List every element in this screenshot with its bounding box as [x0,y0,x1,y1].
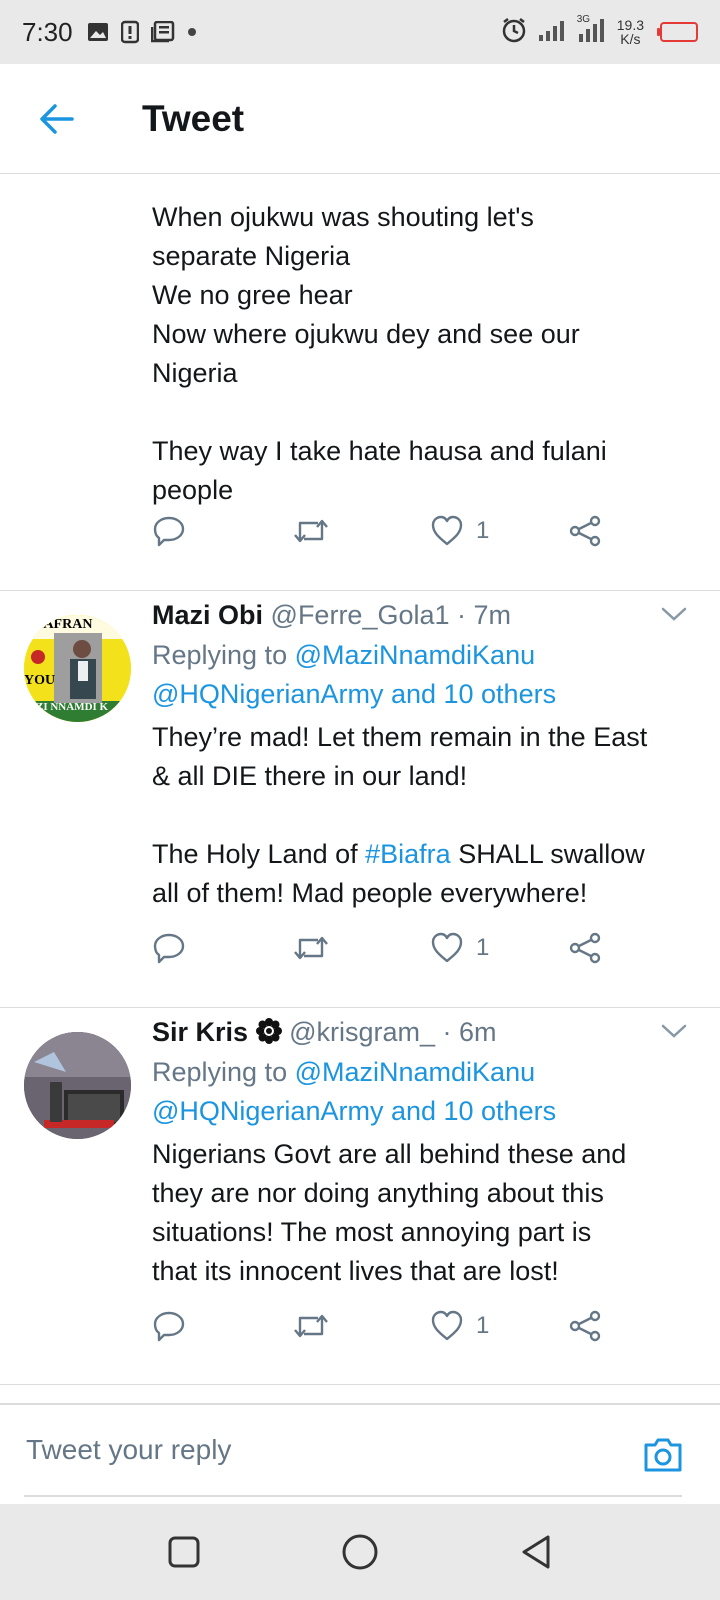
heart-icon [431,1310,463,1341]
display-name[interactable]: Mazi Obi [152,600,263,630]
retweet-button[interactable] [292,509,330,553]
camera-icon [644,1438,682,1472]
tweet-menu-button[interactable] [660,605,688,628]
replying-to: Replying to @MaziNnamdiKanu @HQNigerianA… [152,1053,697,1131]
share-icon [569,515,601,547]
reply-icon [153,933,185,964]
system-nav-bar [0,1504,720,1600]
user-handle[interactable]: @Ferre_Gola1 [271,600,450,630]
chevron-down-icon [661,607,687,621]
retweet-icon [294,1314,328,1338]
reply-icon [153,516,185,547]
image-notification-icon [87,22,109,42]
like-count: 1 [476,1312,490,1339]
camera-button[interactable] [642,1435,684,1478]
tweet-menu-button[interactable] [660,1022,688,1045]
share-icon [569,932,601,964]
status-time: 7:30 [22,16,73,47]
reply-input[interactable] [24,1417,628,1483]
replying-prefix: Replying to [152,640,295,670]
share-button[interactable] [568,509,602,553]
tweet-header: Sir Kris @krisgram_ · 6m [152,1013,497,1054]
app-header: Tweet [0,64,720,174]
status-bar: 7:30 3G 19.3 K/s [0,0,720,64]
tweet-actions: 1 [152,926,632,970]
retweet-button[interactable] [292,926,330,970]
news-notification-icon [150,21,175,43]
tweet-text: When ojukwu was shouting let's separate … [152,202,607,505]
alarm-icon [501,17,527,48]
reply-button[interactable] [152,509,186,553]
like-count: 1 [476,517,490,544]
reply-bar [0,1403,720,1499]
back-button[interactable] [26,89,86,149]
tweet-time: · 7m [457,600,512,630]
user-handle[interactable]: @krisgram_ [289,1017,435,1047]
back-nav-button[interactable] [514,1530,558,1574]
like-button[interactable]: 1 [430,926,489,970]
page-title: Tweet [142,97,245,139]
heart-icon [431,932,463,963]
hashtag-link[interactable]: #Biafra [365,839,451,869]
avatar[interactable]: IAFRAN YOU ZI NNAMDI K [24,615,131,722]
replying-prefix: Replying to [152,1057,295,1087]
avatar-image [24,1032,131,1139]
retweet-icon [294,519,328,543]
net-speed-unit: K/s [620,31,641,47]
reply-button[interactable] [152,926,186,970]
signal-icon [537,19,567,46]
avatar-text-top: IAFRAN [38,617,93,632]
tweet-header: Mazi Obi @Ferre_Gola1 · 7m [152,596,511,634]
circle-icon [342,1534,378,1570]
avatar-text-bottom: ZI NNAMDI K [36,701,109,713]
mention-link[interactable]: @HQNigerianArmy and 10 others [152,679,556,709]
replying-to: Replying to @MaziNnamdiKanu @HQNigerianA… [152,636,697,714]
tweet-actions: 1 [152,509,632,553]
square-icon [168,1536,200,1568]
tweet-text: They’re mad! Let them remain in the East… [152,718,697,913]
retweet-button[interactable] [292,1304,330,1348]
reply-button[interactable] [152,1304,186,1348]
triangle-back-icon [522,1535,550,1569]
like-button[interactable]: 1 [430,1304,489,1348]
signal-3g-icon: 3G [577,14,607,47]
network-type-label: 3G [576,13,591,25]
like-count: 1 [476,934,490,961]
share-button[interactable] [568,926,602,970]
battery-icon [657,22,698,42]
tweet-item[interactable]: Sir Kris @krisgram_ · 6m Replying to @Ma… [0,1008,720,1385]
dot-icon [187,27,197,37]
mention-link[interactable]: @HQNigerianArmy and 10 others [152,1096,556,1126]
heart-icon [431,515,463,546]
mention-link[interactable]: @MaziNnamdiKanu [295,1057,536,1087]
tweet-item[interactable]: When ojukwu was shouting let's separate … [0,175,720,591]
chevron-down-icon [661,1024,687,1038]
recents-button[interactable] [162,1530,206,1574]
mention-link[interactable]: @MaziNnamdiKanu [295,640,536,670]
display-name[interactable]: Sir Kris [152,1017,248,1047]
alert-notification-icon [120,20,139,44]
net-speed: 19.3 K/s [617,18,644,46]
reply-underline [24,1495,682,1497]
share-icon [569,1310,601,1342]
reply-icon [153,1311,185,1342]
tweet-item[interactable]: IAFRAN YOU ZI NNAMDI K Mazi Obi @Ferre_G… [0,591,720,1008]
share-button[interactable] [568,1304,602,1348]
avatar[interactable] [24,1032,131,1139]
home-button[interactable] [338,1530,382,1574]
tweet-time: · 6m [442,1017,497,1047]
tweet-text: Nigerians Govt are all behind these and … [152,1139,627,1286]
badge-icon [255,1016,282,1054]
tweet-actions: 1 [152,1304,632,1348]
back-arrow-icon [40,103,74,134]
retweet-icon [294,936,328,960]
avatar-text-mid: YOU [24,673,56,688]
like-button[interactable]: 1 [430,509,489,553]
